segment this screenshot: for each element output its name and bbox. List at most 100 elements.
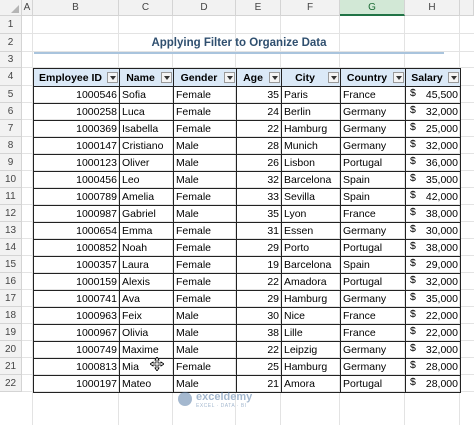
cell-salary[interactable]: $22,000 <box>405 307 461 325</box>
cell-name[interactable]: Noah <box>119 239 174 257</box>
cell-gender[interactable]: Female <box>173 103 237 121</box>
cell-name[interactable]: Laura <box>119 256 174 274</box>
filter-dropdown-icon[interactable] <box>448 72 459 83</box>
column-header-next[interactable] <box>460 0 474 16</box>
cell-salary[interactable]: $32,000 <box>405 341 461 359</box>
cell-city[interactable]: Hamburg <box>281 120 341 138</box>
cell-city[interactable]: Leipzig <box>281 341 341 359</box>
cell-country[interactable]: Germany <box>340 120 406 138</box>
cell-name[interactable]: Alexis <box>119 273 174 291</box>
cell-name[interactable]: Mia <box>119 358 174 376</box>
cell-name[interactable]: Gabriel <box>119 205 174 223</box>
select-all-corner[interactable] <box>0 0 22 16</box>
cell-country[interactable]: Germany <box>340 358 406 376</box>
row-header-14[interactable]: 14 <box>0 239 22 256</box>
row-header-19[interactable]: 19 <box>0 324 22 341</box>
cell-salary[interactable]: $22,000 <box>405 324 461 342</box>
cell-name[interactable]: Feix <box>119 307 174 325</box>
row-header-20[interactable]: 20 <box>0 341 22 358</box>
cell-gender[interactable]: Female <box>173 120 237 138</box>
cell-age[interactable]: 28 <box>236 137 282 155</box>
filter-dropdown-icon[interactable] <box>161 72 172 83</box>
cell-gender[interactable]: Male <box>173 324 237 342</box>
column-header-a[interactable]: A <box>22 0 33 16</box>
row-header-6[interactable]: 6 <box>0 103 22 120</box>
cell-id[interactable]: 1000159 <box>33 273 120 291</box>
row-header-16[interactable]: 16 <box>0 273 22 290</box>
cell-name[interactable]: Isabella <box>119 120 174 138</box>
cell-age[interactable]: 26 <box>236 154 282 172</box>
row-header-8[interactable]: 8 <box>0 137 22 154</box>
row-header-2[interactable]: 2 <box>0 34 22 52</box>
cell-country[interactable]: Spain <box>340 188 406 206</box>
cell-salary[interactable]: $29,000 <box>405 256 461 274</box>
filter-dropdown-icon[interactable] <box>328 72 339 83</box>
cell-city[interactable]: Munich <box>281 137 341 155</box>
cell-id[interactable]: 1000967 <box>33 324 120 342</box>
cell-salary[interactable]: $38,000 <box>405 239 461 257</box>
filter-dropdown-icon[interactable] <box>393 72 404 83</box>
cell-id[interactable]: 1000852 <box>33 239 120 257</box>
cell-salary[interactable]: $42,000 <box>405 188 461 206</box>
cell-id[interactable]: 1000741 <box>33 290 120 308</box>
cell-id[interactable]: 1000813 <box>33 358 120 376</box>
cell-name[interactable]: Luca <box>119 103 174 121</box>
cell-country[interactable]: Portugal <box>340 273 406 291</box>
cell-salary[interactable]: $35,000 <box>405 290 461 308</box>
cell-gender[interactable]: Female <box>173 358 237 376</box>
column-header-e[interactable]: E <box>236 0 281 16</box>
cell-city[interactable]: Hamburg <box>281 358 341 376</box>
cell-age[interactable]: 19 <box>236 256 282 274</box>
cell-id[interactable]: 1000456 <box>33 171 120 189</box>
cell-id[interactable]: 1000987 <box>33 205 120 223</box>
row-header-18[interactable]: 18 <box>0 307 22 324</box>
cell-name[interactable]: Oliver <box>119 154 174 172</box>
cell-salary[interactable]: $38,000 <box>405 205 461 223</box>
cell-age[interactable]: 31 <box>236 222 282 240</box>
cell-age[interactable]: 35 <box>236 205 282 223</box>
cell-name[interactable]: Leo <box>119 171 174 189</box>
cell-country[interactable]: Germany <box>340 290 406 308</box>
cell-city[interactable]: Porto <box>281 239 341 257</box>
cell-gender[interactable]: Male <box>173 307 237 325</box>
cell-country[interactable]: Portugal <box>340 239 406 257</box>
cell-name[interactable]: Mateo <box>119 375 174 393</box>
cell-id[interactable]: 1000123 <box>33 154 120 172</box>
cell-gender[interactable]: Female <box>173 239 237 257</box>
row-header-7[interactable]: 7 <box>0 120 22 137</box>
cell-city[interactable]: Lisbon <box>281 154 341 172</box>
cell-gender[interactable]: Male <box>173 171 237 189</box>
cell-age[interactable]: 30 <box>236 307 282 325</box>
column-header-b[interactable]: B <box>33 0 119 16</box>
cell-country[interactable]: France <box>340 205 406 223</box>
cell-gender[interactable]: Male <box>173 341 237 359</box>
row-header-1[interactable]: 1 <box>0 16 22 34</box>
cell-city[interactable]: Barcelona <box>281 256 341 274</box>
cell-city[interactable]: Hamburg <box>281 290 341 308</box>
column-header-d[interactable]: D <box>173 0 236 16</box>
cell-age[interactable]: 24 <box>236 103 282 121</box>
cell-age[interactable]: 25 <box>236 358 282 376</box>
cell-city[interactable]: Sevilla <box>281 188 341 206</box>
cell-id[interactable]: 1000369 <box>33 120 120 138</box>
cell-gender[interactable]: Male <box>173 154 237 172</box>
row-header-13[interactable]: 13 <box>0 222 22 239</box>
cell-country[interactable]: Spain <box>340 171 406 189</box>
cell-city[interactable]: Barcelona <box>281 171 341 189</box>
cell-salary[interactable]: $32,000 <box>405 273 461 291</box>
cell-name[interactable]: Olivia <box>119 324 174 342</box>
cell-age[interactable]: 35 <box>236 86 282 104</box>
row-header-3[interactable]: 3 <box>0 52 22 68</box>
filter-dropdown-icon[interactable] <box>269 72 280 83</box>
cell-age[interactable]: 22 <box>236 120 282 138</box>
column-header-f[interactable]: F <box>281 0 340 16</box>
filter-dropdown-icon[interactable] <box>224 72 235 83</box>
cell-gender[interactable]: Female <box>173 188 237 206</box>
cell-name[interactable]: Sofia <box>119 86 174 104</box>
cell-city[interactable]: Amadora <box>281 273 341 291</box>
cell-age[interactable]: 33 <box>236 188 282 206</box>
cell-city[interactable]: Nice <box>281 307 341 325</box>
cell-country[interactable]: Germany <box>340 341 406 359</box>
cell-id[interactable]: 1000749 <box>33 341 120 359</box>
cell-city[interactable]: Berlin <box>281 103 341 121</box>
